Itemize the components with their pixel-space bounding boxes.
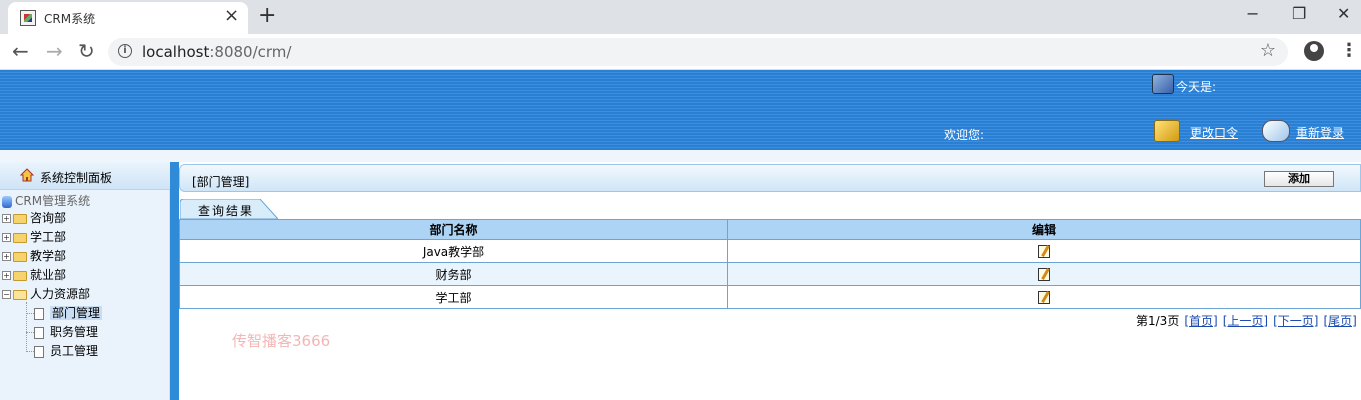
pagination: 第1/3页 [首页] [上一页] [下一页] [尾页] bbox=[1136, 312, 1357, 329]
collapse-icon[interactable]: − bbox=[2, 290, 11, 299]
next-page-link[interactable]: [下一页] bbox=[1273, 314, 1318, 328]
tree-item-teaching[interactable]: + 教学部 bbox=[2, 247, 66, 265]
tree-item-hr[interactable]: − 人力资源部 bbox=[2, 285, 90, 303]
folder-key-icon bbox=[1154, 120, 1180, 142]
edit-cell bbox=[727, 285, 1361, 309]
header-spacer bbox=[0, 150, 1361, 162]
department-name-cell: 财务部 bbox=[179, 262, 728, 286]
sidebar: 系统控制面板 CRM管理系统 + 咨询部 + 学工部 + 教学部 + 就业部 − 人力资源… bbox=[0, 162, 170, 400]
folder-icon bbox=[13, 213, 27, 224]
table-row: 财务部 bbox=[179, 262, 1361, 286]
minimize-button[interactable]: − bbox=[1246, 4, 1259, 24]
maximize-button[interactable]: ❐ bbox=[1292, 4, 1306, 24]
browser-tab[interactable]: CRM系统 × bbox=[8, 2, 248, 34]
first-page-link[interactable]: [首页] bbox=[1184, 314, 1217, 328]
browser-tab-strip: CRM系统 × + − ❐ ✕ bbox=[0, 0, 1361, 34]
folder-icon bbox=[13, 251, 27, 262]
prev-page-link[interactable]: [上一页] bbox=[1223, 314, 1268, 328]
tree-item-student-affairs[interactable]: + 学工部 bbox=[2, 228, 66, 246]
favicon-icon bbox=[20, 10, 36, 26]
expand-icon[interactable]: + bbox=[2, 252, 11, 261]
back-arrow-icon[interactable]: ← bbox=[12, 40, 29, 62]
relogin-icon bbox=[1262, 120, 1290, 142]
department-table: 部门名称 编辑 Java教学部 财务部 学工部 bbox=[179, 219, 1361, 309]
document-icon bbox=[34, 326, 44, 339]
browser-toolbar: ← → ↻ i localhost:8080/crm/ ☆ ⋮ bbox=[0, 34, 1361, 70]
edit-icon[interactable] bbox=[1038, 291, 1050, 304]
app-header: 今天是: 欢迎您: 更改口令 重新登录 bbox=[0, 70, 1361, 150]
breadcrumb: [部门管理] bbox=[192, 175, 250, 189]
edit-cell bbox=[727, 262, 1361, 286]
table-header-row: 部门名称 编辑 bbox=[179, 219, 1361, 240]
folder-icon bbox=[13, 232, 27, 243]
tree-item-position-manage[interactable]: 职务管理 bbox=[26, 323, 98, 341]
bookmark-star-icon[interactable]: ☆ bbox=[1260, 40, 1276, 61]
expand-icon[interactable]: + bbox=[2, 233, 11, 242]
account-icon[interactable] bbox=[1304, 41, 1324, 61]
watermark-text: 传智播客3666 bbox=[232, 332, 331, 350]
tree-item-dept-manage[interactable]: 部门管理 bbox=[26, 304, 103, 322]
tree-item-consulting[interactable]: + 咨询部 bbox=[2, 209, 66, 227]
relogin-link[interactable]: 重新登录 bbox=[1296, 124, 1344, 141]
expand-icon[interactable]: + bbox=[2, 214, 11, 223]
folder-icon bbox=[13, 270, 27, 281]
home-icon bbox=[20, 168, 34, 182]
reload-icon[interactable]: ↻ bbox=[78, 40, 95, 62]
computer-icon bbox=[2, 195, 12, 208]
document-icon bbox=[34, 345, 44, 358]
sidebar-splitter[interactable] bbox=[170, 162, 179, 400]
expand-icon[interactable]: + bbox=[2, 271, 11, 280]
edit-cell bbox=[727, 239, 1361, 263]
tab-title: CRM系统 bbox=[44, 12, 96, 26]
change-password-link[interactable]: 更改口令 bbox=[1190, 124, 1238, 141]
tab-close-icon[interactable]: × bbox=[224, 6, 239, 26]
calendar-icon bbox=[1152, 74, 1174, 94]
address-bar[interactable]: i localhost:8080/crm/ ☆ bbox=[108, 38, 1288, 66]
table-row: 学工部 bbox=[179, 285, 1361, 309]
tree-item-employment[interactable]: + 就业部 bbox=[2, 266, 66, 284]
add-button[interactable]: 添加 bbox=[1264, 171, 1334, 187]
welcome-label: 欢迎您: bbox=[944, 128, 985, 142]
edit-icon[interactable] bbox=[1038, 268, 1050, 281]
open-folder-icon bbox=[13, 289, 27, 300]
sidebar-title-bar: 系统控制面板 bbox=[0, 162, 170, 190]
tree-item-staff-manage[interactable]: 员工管理 bbox=[26, 342, 98, 360]
tree-root[interactable]: CRM管理系统 bbox=[2, 192, 90, 210]
column-header-edit: 编辑 bbox=[727, 219, 1361, 240]
department-name-cell: 学工部 bbox=[179, 285, 728, 309]
content-toolbar: [部门管理] 添加 bbox=[179, 164, 1361, 192]
url-text[interactable]: localhost:8080/crm/ bbox=[142, 43, 291, 61]
last-page-link[interactable]: [尾页] bbox=[1323, 314, 1356, 328]
document-icon bbox=[34, 307, 44, 320]
info-icon[interactable]: i bbox=[118, 44, 132, 58]
column-header-name: 部门名称 bbox=[179, 219, 728, 240]
browser-menu-icon[interactable]: ⋮ bbox=[1340, 40, 1358, 61]
edit-icon[interactable] bbox=[1038, 245, 1050, 258]
forward-arrow-icon[interactable]: → bbox=[46, 40, 63, 62]
tab-query-results[interactable]: 查询结果 bbox=[198, 202, 254, 219]
window-close-button[interactable]: ✕ bbox=[1337, 4, 1350, 24]
new-tab-button[interactable]: + bbox=[258, 4, 276, 28]
table-row: Java教学部 bbox=[179, 239, 1361, 263]
sidebar-title: 系统控制面板 bbox=[40, 171, 113, 185]
today-label: 今天是: bbox=[1176, 80, 1217, 94]
department-name-cell: Java教学部 bbox=[179, 239, 728, 263]
page-info: 第1/3页 bbox=[1136, 314, 1180, 328]
